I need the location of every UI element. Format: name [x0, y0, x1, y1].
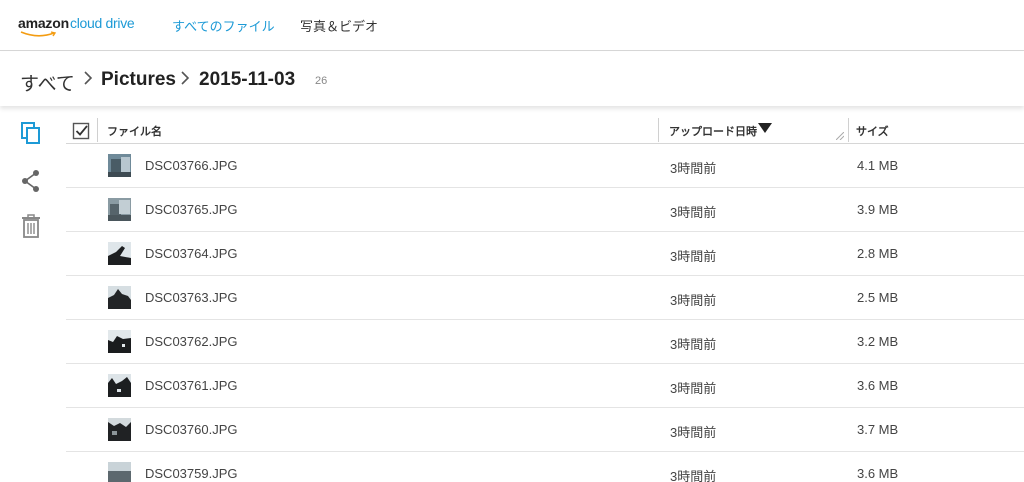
table-row[interactable]: DSC03762.JPG 3時間前 3.2 MB	[66, 320, 1024, 364]
nav-photos-videos[interactable]: 写真＆ビデオ	[300, 16, 378, 35]
photo-thumbnail	[108, 330, 131, 353]
photo-thumbnail	[108, 418, 131, 441]
logo-product-text: cloud drive	[70, 15, 135, 31]
select-all-checkbox[interactable]	[72, 122, 90, 140]
column-divider[interactable]	[658, 118, 659, 142]
table-row[interactable]: DSC03766.JPG 3時間前 4.1 MB	[66, 144, 1024, 188]
chevron-right-icon	[181, 71, 190, 85]
column-header-uploaded[interactable]: アップロード日時	[669, 123, 757, 139]
file-name[interactable]: DSC03766.JPG	[145, 158, 238, 173]
photo-thumbnail	[108, 198, 131, 221]
file-size: 3.6 MB	[857, 466, 899, 481]
file-size: 3.7 MB	[857, 422, 899, 437]
file-uploaded: 3時間前	[670, 337, 717, 352]
file-table: ファイル名 アップロード日時 サイズ DSC03766.JPG 3時間前 4.1…	[66, 116, 1024, 482]
share-icon[interactable]	[19, 169, 43, 193]
file-size: 4.1 MB	[857, 158, 899, 173]
file-name[interactable]: DSC03761.JPG	[145, 378, 238, 393]
item-count: 26	[315, 75, 328, 87]
top-bar: amazon cloud drive すべてのファイル 写真＆ビデオ	[0, 0, 1024, 51]
trash-icon[interactable]	[19, 214, 43, 238]
file-uploaded: 3時間前	[670, 381, 717, 396]
file-uploaded: 3時間前	[670, 469, 717, 482]
table-row[interactable]: DSC03760.JPG 3時間前 3.7 MB	[66, 408, 1024, 452]
table-row[interactable]: DSC03761.JPG 3時間前 3.6 MB	[66, 364, 1024, 408]
file-name[interactable]: DSC03760.JPG	[145, 422, 238, 437]
breadcrumb: すべて Pictures 2015-11-03 26	[0, 52, 1024, 106]
file-uploaded: 3時間前	[670, 425, 717, 440]
file-uploaded: 3時間前	[670, 205, 717, 220]
table-header: ファイル名 アップロード日時 サイズ	[66, 116, 1024, 144]
copy-icon[interactable]	[19, 121, 43, 145]
table-row[interactable]: DSC03765.JPG 3時間前 3.9 MB	[66, 188, 1024, 232]
sort-desc-icon[interactable]	[758, 123, 772, 133]
table-row[interactable]: DSC03764.JPG 3時間前 2.8 MB	[66, 232, 1024, 276]
amazon-cloud-drive-logo[interactable]: amazon cloud drive	[18, 14, 148, 38]
photo-thumbnail	[108, 286, 131, 309]
file-size: 2.5 MB	[857, 290, 899, 305]
breadcrumb-current: 2015-11-03	[199, 69, 296, 90]
smile-logo-icon	[20, 31, 57, 37]
file-uploaded: 3時間前	[670, 161, 717, 176]
photo-thumbnail	[108, 242, 131, 265]
breadcrumb-root[interactable]: すべて	[20, 69, 75, 96]
file-name[interactable]: DSC03764.JPG	[145, 246, 238, 261]
file-name[interactable]: DSC03763.JPG	[145, 290, 238, 305]
photo-thumbnail	[108, 154, 131, 177]
file-name[interactable]: DSC03759.JPG	[145, 466, 238, 481]
table-row[interactable]: DSC03763.JPG 3時間前 2.5 MB	[66, 276, 1024, 320]
table-row[interactable]: DSC03759.JPG 3時間前 3.6 MB	[66, 452, 1024, 482]
file-uploaded: 3時間前	[670, 249, 717, 264]
column-header-size[interactable]: サイズ	[856, 123, 889, 139]
column-divider[interactable]	[848, 118, 849, 142]
file-size: 3.2 MB	[857, 334, 899, 349]
column-header-name[interactable]: ファイル名	[107, 123, 162, 139]
file-uploaded: 3時間前	[670, 293, 717, 308]
file-name[interactable]: DSC03765.JPG	[145, 202, 238, 217]
nav-all-files[interactable]: すべてのファイル	[172, 16, 275, 35]
column-divider	[97, 118, 98, 142]
photo-thumbnail	[108, 374, 131, 397]
column-resize-handle[interactable]	[836, 132, 844, 140]
logo-amazon-text: amazon	[18, 15, 69, 31]
breadcrumb-folder[interactable]: Pictures	[101, 69, 176, 91]
file-name[interactable]: DSC03762.JPG	[145, 334, 238, 349]
chevron-right-icon	[84, 71, 93, 85]
file-size: 2.8 MB	[857, 246, 899, 261]
photo-thumbnail	[108, 462, 131, 482]
file-size: 3.6 MB	[857, 378, 899, 393]
file-size: 3.9 MB	[857, 202, 899, 217]
